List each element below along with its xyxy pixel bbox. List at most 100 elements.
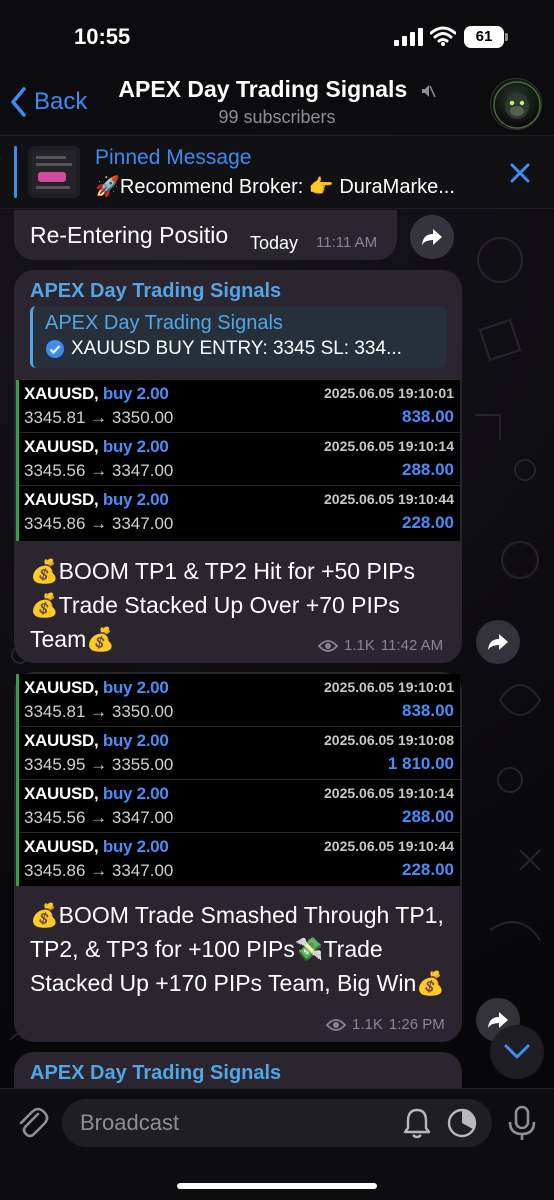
- trade-prices: 3345.56 → 3347.00: [24, 461, 174, 480]
- close-pinned-icon[interactable]: [505, 158, 535, 188]
- trade-profit: 228.00: [402, 513, 454, 532]
- trade-date: 2025.06.05 19:10:01: [324, 679, 454, 695]
- channel-title-wrap[interactable]: APEX Day Trading Signals: [0, 76, 554, 103]
- forward-button[interactable]: [410, 215, 454, 259]
- message-field[interactable]: [62, 1099, 492, 1147]
- trade-row: XAUUSD, buy 2.00 3345.56 → 3347.00 2025.…: [19, 433, 460, 486]
- forward-icon: [488, 634, 508, 650]
- cellular-signal-icon: [394, 28, 423, 46]
- trade-date: 2025.06.05 19:10:14: [324, 438, 454, 454]
- trade-date: 2025.06.05 19:10:01: [324, 385, 454, 401]
- trade-prices: 3345.95 → 3355.00: [24, 755, 174, 774]
- symbol-text: XAUUSD,: [24, 384, 99, 403]
- message-time: 11:42 AM: [380, 637, 444, 654]
- trade-symbol: XAUUSD, buy 2.00: [24, 437, 169, 457]
- wifi-icon: [430, 26, 456, 46]
- message-time: 11:11 AM: [316, 234, 378, 251]
- forward-icon: [422, 229, 442, 245]
- message-sender: APEX Day Trading Signals: [30, 1062, 282, 1084]
- trade-date: 2025.06.05 19:10:14: [324, 785, 454, 801]
- trade-row: XAUUSD, buy 2.00 3345.86 → 3347.00 2025.…: [19, 833, 460, 886]
- chevron-down-icon: [504, 1044, 530, 1059]
- status-bar: 10:55 61: [0, 0, 554, 70]
- pinned-title: Pinned Message: [95, 146, 252, 169]
- message-time: 1:26 PM: [388, 1016, 445, 1033]
- trade-row: XAUUSD, buy 2.00 3345.81 → 3350.00 2025.…: [19, 674, 460, 727]
- trade-screenshot[interactable]: XAUUSD, buy 2.00 3345.81 → 3350.00 2025.…: [16, 380, 460, 541]
- trade-prices: 3345.81 → 3350.00: [24, 408, 174, 427]
- trade-side: buy 2.00: [102, 678, 169, 697]
- trade-side: buy 2.00: [102, 731, 169, 750]
- view-count: 1.1K: [344, 637, 375, 654]
- trade-prices: 3345.81 → 3350.00: [24, 702, 174, 721]
- symbol-text: XAUUSD,: [24, 678, 99, 697]
- battery-indicator: 61: [464, 26, 504, 48]
- trade-profit: 838.00: [402, 407, 454, 426]
- pinned-indicator: [14, 146, 17, 198]
- trade-date: 2025.06.05 19:10:44: [324, 838, 454, 854]
- trade-symbol: XAUUSD, buy 2.00: [24, 490, 169, 510]
- trade-date: 2025.06.05 19:10:44: [324, 491, 454, 507]
- symbol-text: XAUUSD,: [24, 784, 99, 803]
- subscriber-count: 99 subscribers: [218, 107, 336, 127]
- reply-quote[interactable]: APEX Day Trading Signals XAUUSD BUY ENTR…: [30, 306, 447, 368]
- trade-symbol: XAUUSD, buy 2.00: [24, 731, 169, 751]
- symbol-text: XAUUSD,: [24, 490, 99, 509]
- microphone-icon[interactable]: [506, 1105, 538, 1141]
- broadcast-input[interactable]: [80, 1099, 380, 1147]
- trade-side: buy 2.00: [102, 437, 169, 456]
- trade-profit: 288.00: [402, 460, 454, 479]
- day-separator: Today: [240, 228, 309, 258]
- quote-sender: APEX Day Trading Signals: [45, 312, 283, 334]
- trade-profit: 838.00: [402, 701, 454, 720]
- trade-symbol: XAUUSD, buy 2.00: [24, 678, 169, 698]
- trade-row: XAUUSD, buy 2.00 3345.86 → 3347.00 2025.…: [19, 486, 460, 539]
- pinned-message-bar[interactable]: Pinned Message 🚀Recommend Broker: 👉 Dura…: [0, 135, 554, 209]
- scroll-to-bottom-button[interactable]: [490, 1025, 544, 1079]
- message-meta: 11:11 AM: [316, 234, 377, 251]
- bell-icon[interactable]: [402, 1107, 432, 1139]
- quote-line: XAUUSD BUY ENTRY: 3345 SL: 334...: [45, 338, 402, 360]
- message-bubble[interactable]: Re-Entering Positio 11:11 AM: [14, 210, 397, 260]
- trade-prices: 3345.56 → 3347.00: [24, 808, 174, 827]
- channel-avatar[interactable]: [490, 78, 542, 130]
- home-indicator: [177, 1183, 377, 1189]
- symbol-text: XAUUSD,: [24, 731, 99, 750]
- quote-text: XAUUSD BUY ENTRY: 3345 SL: 334...: [71, 338, 402, 359]
- verified-icon: [46, 340, 64, 358]
- pinned-text: 🚀Recommend Broker: 👉 DuraMarke...: [95, 176, 455, 198]
- trade-symbol: XAUUSD, buy 2.00: [24, 384, 169, 404]
- trade-date: 2025.06.05 19:10:08: [324, 732, 454, 748]
- chat-header: Back APEX Day Trading Signals 99 subscri…: [0, 70, 554, 134]
- views-eye-icon: [318, 639, 338, 652]
- trade-side: buy 2.00: [102, 384, 169, 403]
- battery-nub: [505, 33, 508, 41]
- trade-screenshot[interactable]: XAUUSD, buy 2.00 3345.81 → 3350.00 2025.…: [16, 674, 460, 886]
- trade-symbol: XAUUSD, buy 2.00: [24, 784, 169, 804]
- trade-row: XAUUSD, buy 2.00 3345.81 → 3350.00 2025.…: [19, 380, 460, 433]
- message-sender: APEX Day Trading Signals: [30, 280, 282, 302]
- message-bubble[interactable]: APEX Day Trading Signals: [14, 1052, 462, 1088]
- mute-icon: [421, 84, 436, 98]
- trade-symbol: XAUUSD, buy 2.00: [24, 837, 169, 857]
- trade-prices: 3345.86 → 3347.00: [24, 861, 174, 880]
- trade-profit: 1 810.00: [387, 754, 454, 773]
- pinned-thumbnail-image: [32, 150, 76, 194]
- view-count: 1.1K: [352, 1016, 383, 1033]
- message-meta: 1.1K 11:42 AM: [318, 637, 443, 654]
- trade-side: buy 2.00: [102, 490, 169, 509]
- views-eye-icon: [326, 1018, 346, 1031]
- message-text: 💰BOOM Trade Smashed Through TP1, TP2, & …: [30, 902, 445, 996]
- forward-button[interactable]: [476, 620, 520, 664]
- pinned-thumbnail: [28, 146, 80, 198]
- channel-title: APEX Day Trading Signals: [118, 76, 408, 102]
- trade-profit: 288.00: [402, 807, 454, 826]
- symbol-text: XAUUSD,: [24, 437, 99, 456]
- timer-icon[interactable]: [446, 1107, 478, 1139]
- status-time: 10:55: [74, 24, 131, 49]
- trade-prices: 3345.86 → 3347.00: [24, 514, 174, 533]
- message-text: Re-Entering Positio: [30, 222, 229, 248]
- symbol-text: XAUUSD,: [24, 837, 99, 856]
- trade-side: buy 2.00: [102, 837, 169, 856]
- attach-icon[interactable]: [14, 1105, 50, 1141]
